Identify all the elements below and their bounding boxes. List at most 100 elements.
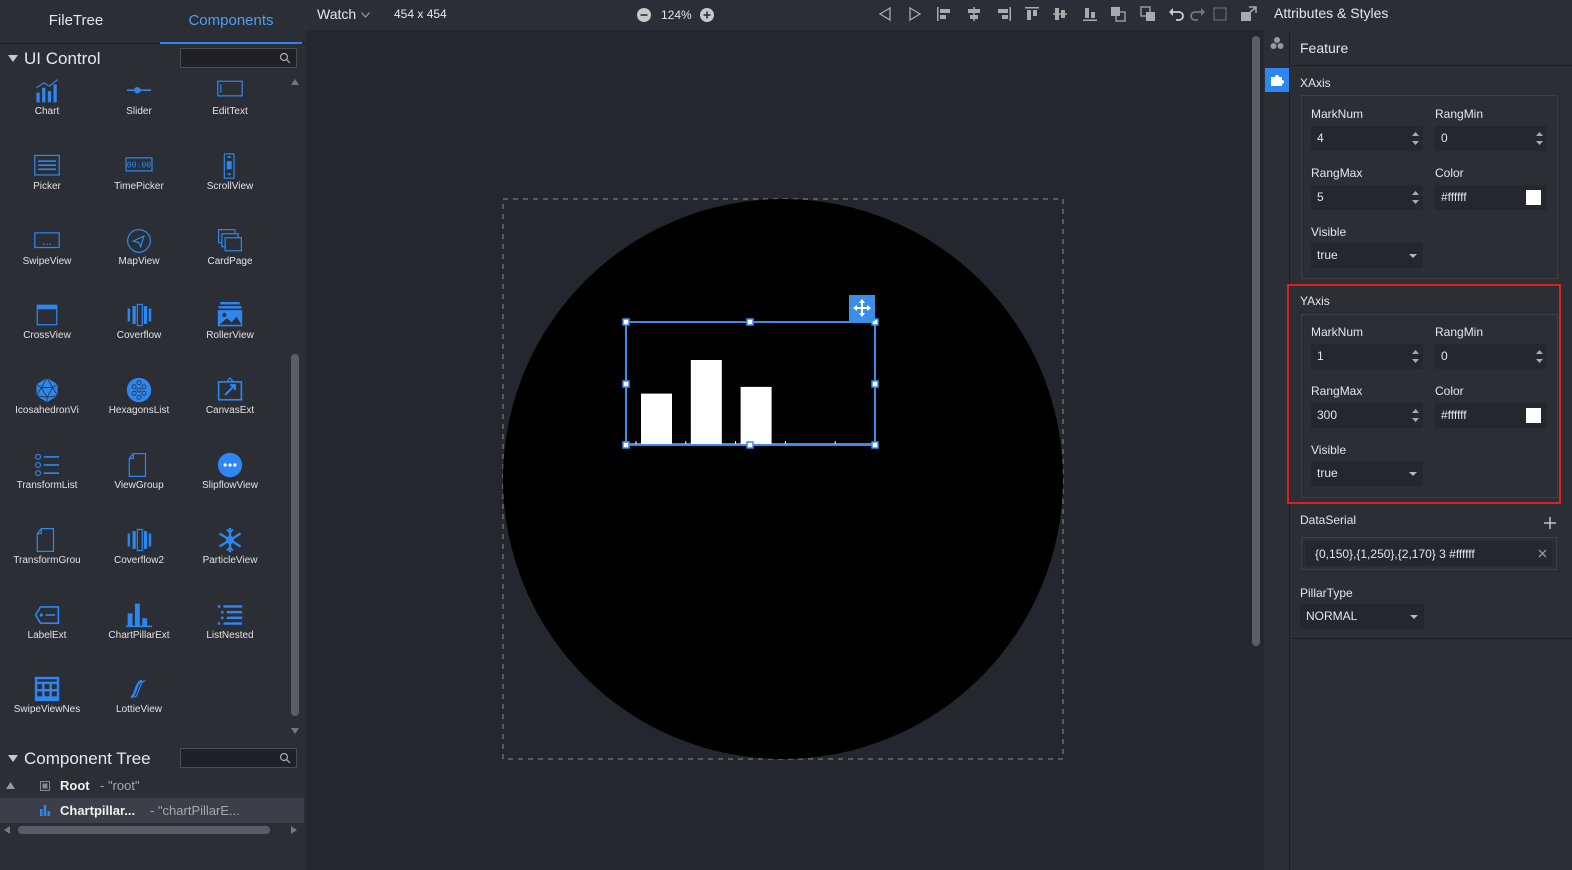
ui-control-title: UI Control xyxy=(24,49,101,68)
xaxis-rangmin-input[interactable]: 0 xyxy=(1435,126,1547,151)
feature-tab[interactable] xyxy=(1265,68,1289,92)
component-listnested[interactable]: ListNested xyxy=(184,600,276,675)
component-labelext[interactable]: LabelExt xyxy=(1,600,93,675)
component-swipeviewnes[interactable]: SwipeViewNes xyxy=(1,674,93,740)
component-coverflow2[interactable]: Coverflow2 xyxy=(93,525,185,600)
yaxis-color-input[interactable]: #ffffff xyxy=(1435,403,1547,428)
move-handle-icon[interactable] xyxy=(849,295,875,321)
component-transformlist[interactable]: TransformList xyxy=(1,450,93,525)
stepper-icon[interactable] xyxy=(1412,349,1419,364)
checkbox-icon[interactable] xyxy=(1212,6,1228,22)
chevron-down-icon[interactable] xyxy=(361,12,370,18)
scroll-left-icon[interactable] xyxy=(4,826,10,834)
tree-node-id: - "chartPillarE... xyxy=(150,803,240,818)
viewgroup-icon xyxy=(128,453,147,477)
export-icon[interactable] xyxy=(1240,6,1258,22)
zoom-in-icon[interactable] xyxy=(700,8,714,22)
prev-icon[interactable] xyxy=(878,6,892,22)
align-left-icon[interactable] xyxy=(936,6,952,22)
component-lottieview[interactable]: LottieView xyxy=(93,674,185,740)
scroll-up-icon[interactable] xyxy=(291,79,299,85)
lottie-icon xyxy=(130,680,146,699)
stepper-icon[interactable] xyxy=(1412,408,1419,423)
scroll-thumb[interactable] xyxy=(291,354,299,716)
crossview-icon xyxy=(36,305,58,326)
component-icosahedronvi[interactable]: IcosahedronVi xyxy=(1,375,93,450)
component-tree-title: Component Tree xyxy=(24,749,151,768)
component-rollerview[interactable]: RollerView xyxy=(184,300,276,375)
redo-icon[interactable] xyxy=(1190,6,1206,22)
color-swatch[interactable] xyxy=(1526,190,1541,205)
component-edittext[interactable]: EditText xyxy=(184,76,276,151)
collapse-icon[interactable] xyxy=(8,755,18,762)
send-back-icon[interactable] xyxy=(1140,6,1156,22)
yaxis-marknum-input[interactable]: 1 xyxy=(1311,344,1423,369)
device-select[interactable]: Watch xyxy=(317,6,356,22)
component-transformgrou[interactable]: TransformGrou xyxy=(1,525,93,600)
component-chart[interactable]: Chart xyxy=(1,76,93,151)
component-canvasext[interactable]: CanvasExt xyxy=(184,375,276,450)
yaxis-rangmax-input[interactable]: 300 xyxy=(1311,403,1423,428)
next-icon[interactable] xyxy=(908,6,922,22)
add-icon[interactable] xyxy=(1544,517,1556,529)
tree-row-chartpillar[interactable]: Chartpillar... - "chartPillarE... xyxy=(0,798,304,823)
stepper-icon[interactable] xyxy=(1412,131,1419,146)
selection-box[interactable] xyxy=(621,317,881,451)
align-bottom-icon[interactable] xyxy=(1082,6,1098,22)
design-canvas[interactable] xyxy=(306,30,1264,870)
close-icon[interactable] xyxy=(1538,549,1547,558)
pillartype-select[interactable]: NORMAL xyxy=(1300,604,1424,629)
component-chartpillarext[interactable]: ChartPillarExt xyxy=(93,600,185,675)
zoom-out-icon[interactable] xyxy=(637,8,651,22)
component-scrollview[interactable]: ScrollView xyxy=(184,151,276,226)
particle-icon xyxy=(218,527,242,552)
component-label: HexagonsList xyxy=(108,405,170,417)
expand-icon[interactable] xyxy=(6,782,15,789)
component-mapview[interactable]: MapView xyxy=(93,226,185,301)
xaxis-rangmax-label: RangMax xyxy=(1311,166,1363,180)
component-timepicker[interactable]: 00:00 TimePicker xyxy=(93,151,185,226)
hscroll-thumb[interactable] xyxy=(18,826,270,834)
yaxis-visible-select[interactable]: true xyxy=(1311,461,1423,486)
align-right-icon[interactable] xyxy=(996,6,1012,22)
xaxis-visible-select[interactable]: true xyxy=(1311,243,1423,268)
component-slipflowview[interactable]: SlipflowView xyxy=(184,450,276,525)
component-crossview[interactable]: CrossView xyxy=(1,300,93,375)
align-top-icon[interactable] xyxy=(1024,6,1040,22)
stepper-icon[interactable] xyxy=(1412,190,1419,205)
xaxis-color-input[interactable]: #ffffff xyxy=(1435,185,1547,210)
styles-icon[interactable] xyxy=(1270,36,1284,50)
component-search-input[interactable] xyxy=(180,48,297,68)
stepper-icon[interactable] xyxy=(1536,349,1543,364)
tree-search-input[interactable] xyxy=(180,748,297,768)
tab-components[interactable]: Components xyxy=(160,0,302,44)
undo-icon[interactable] xyxy=(1168,6,1184,22)
scroll-right-icon[interactable] xyxy=(291,826,297,834)
dataserial-input[interactable]: {0,150},{1,250},{2,170} 3 #ffffff xyxy=(1305,541,1552,566)
collapse-icon[interactable] xyxy=(8,55,18,62)
tree-hscrollbar[interactable] xyxy=(4,825,300,835)
component-hexagonslist[interactable]: HexagonsList xyxy=(93,375,185,450)
component-scrollbar[interactable] xyxy=(288,76,302,740)
scroll-down-icon[interactable] xyxy=(291,728,299,734)
color-swatch[interactable] xyxy=(1526,408,1541,423)
component-swipeview[interactable]: SwipeView xyxy=(1,226,93,301)
bring-front-icon[interactable] xyxy=(1110,6,1126,22)
chartpillar-icon xyxy=(126,603,152,627)
component-viewgroup[interactable]: ViewGroup xyxy=(93,450,185,525)
xaxis-marknum-input[interactable]: 4 xyxy=(1311,126,1423,151)
yaxis-rangmin-input[interactable]: 0 xyxy=(1435,344,1547,369)
align-center-icon[interactable] xyxy=(966,6,982,22)
component-slider[interactable]: Slider xyxy=(93,76,185,151)
tab-filetree[interactable]: FileTree xyxy=(0,0,152,44)
component-particleview[interactable]: ParticleView xyxy=(184,525,276,600)
component-cardpage[interactable]: CardPage xyxy=(184,226,276,301)
component-coverflow[interactable]: Coverflow xyxy=(93,300,185,375)
stepper-icon[interactable] xyxy=(1536,131,1543,146)
xaxis-rangmax-input[interactable]: 5 xyxy=(1311,185,1423,210)
tree-row-root[interactable]: Root - "root" xyxy=(0,773,304,798)
align-middle-icon[interactable] xyxy=(1052,6,1068,22)
watch-face[interactable] xyxy=(502,198,1064,760)
canvas-scrollbar[interactable] xyxy=(1252,36,1260,646)
component-picker[interactable]: Picker xyxy=(1,151,93,226)
